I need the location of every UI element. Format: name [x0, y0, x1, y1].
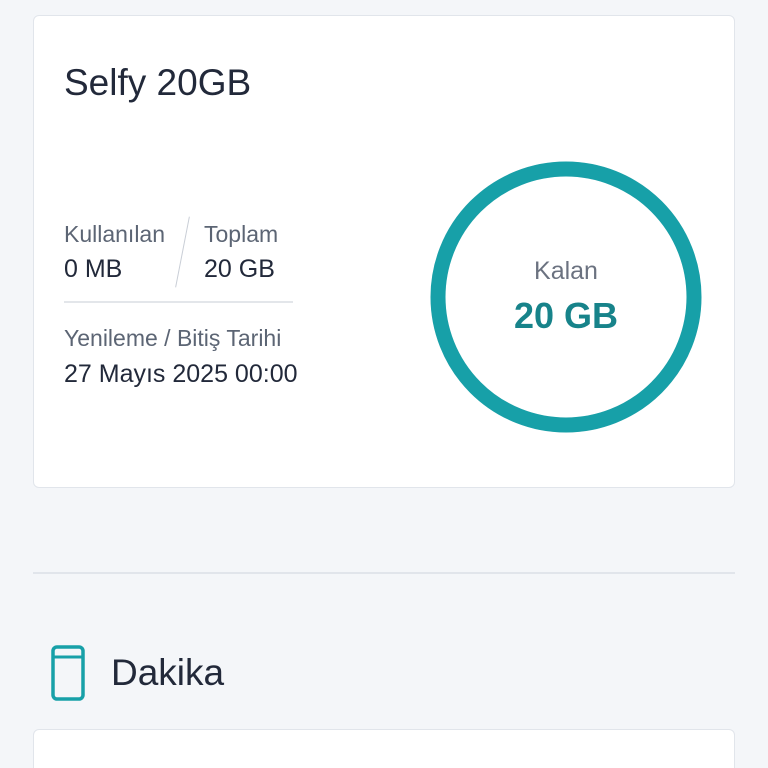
- minutes-title: Dakika: [111, 652, 225, 693]
- data-package-card[interactable]: Selfy 20GB Kullanılan 0 MB Toplam 20 GB …: [33, 15, 735, 488]
- remaining-label: Kalan: [534, 257, 598, 285]
- renewal-label: Yenileme / Bitiş Tarihi: [64, 325, 282, 351]
- stats-divider: [64, 301, 293, 303]
- used-value: 0 MB: [64, 255, 123, 283]
- used-label: Kullanılan: [64, 221, 166, 247]
- minutes-card[interactable]: [33, 729, 735, 768]
- page: Selfy 20GB Kullanılan 0 MB Toplam 20 GB …: [0, 0, 768, 768]
- total-label: Toplam: [204, 221, 279, 247]
- phone-icon: [51, 645, 85, 701]
- total-value: 20 GB: [204, 255, 275, 283]
- minutes-section-header: Dakika: [51, 644, 224, 702]
- remaining-value: 20 GB: [513, 295, 619, 336]
- section-divider: [33, 572, 735, 574]
- plan-title: Selfy 20GB: [64, 62, 252, 103]
- renewal-date: 27 Mayıs 2025 00:00: [64, 360, 298, 388]
- stats-separator: [175, 216, 190, 288]
